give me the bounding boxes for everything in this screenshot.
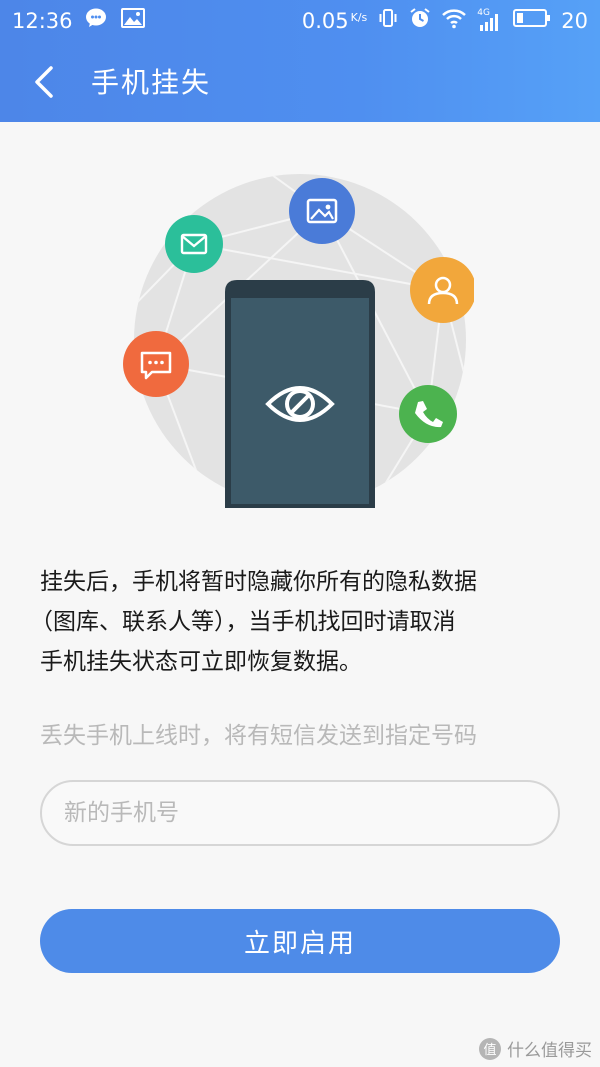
lost-phone-illustration (118, 172, 476, 512)
enable-now-button[interactable]: 立即启用 (40, 909, 560, 973)
speed-unit: K/s (350, 10, 368, 24)
mail-icon (165, 215, 223, 273)
contact-icon (410, 257, 476, 323)
battery-icon (513, 8, 551, 33)
description-line: 挂失后，手机将暂时隐藏你所有的隐私数据 (40, 569, 477, 595)
wifi-icon (441, 7, 467, 34)
image-icon (289, 178, 355, 244)
chevron-left-icon (35, 66, 53, 98)
status-right: 0.05 K/s 4G 20 (302, 7, 588, 34)
description-line: 手机挂失状态可立即恢复数据。 (40, 649, 362, 675)
device-graphic (225, 280, 375, 508)
message-icon (123, 331, 189, 397)
description-text: 挂失后，手机将暂时隐藏你所有的隐私数据 （图库、联系人等），当手机找回时请取消 … (30, 562, 570, 682)
battery-level: 20 (561, 8, 588, 33)
gallery-icon (120, 8, 145, 33)
back-button[interactable] (24, 62, 64, 102)
new-phone-number-input[interactable] (40, 780, 560, 846)
alarm-icon (409, 7, 431, 34)
status-time: 12:36 (12, 8, 73, 33)
vibrate-icon (377, 7, 399, 34)
status-bar: 12:36 0.05 K/s 4G 20 (0, 0, 600, 42)
nav-bar: 手机挂失 (0, 42, 600, 122)
description-line: （图库、联系人等），当手机找回时请取消 (30, 609, 456, 635)
status-left: 12:36 (12, 7, 145, 34)
watermark-badge: 值 (479, 1037, 501, 1060)
wechat-icon (85, 7, 109, 34)
watermark: 值 什么值得买 (479, 1036, 592, 1061)
page-title: 手机挂失 (91, 66, 212, 99)
network-speed: 0.05 K/s (301, 8, 368, 33)
watermark-text: 什么值得买 (507, 1041, 592, 1061)
sms-hint: 丢失手机上线时，将有短信发送到指定号码 (40, 723, 477, 749)
phone-call-icon (399, 385, 457, 443)
signal-icon: 4G (477, 8, 503, 32)
